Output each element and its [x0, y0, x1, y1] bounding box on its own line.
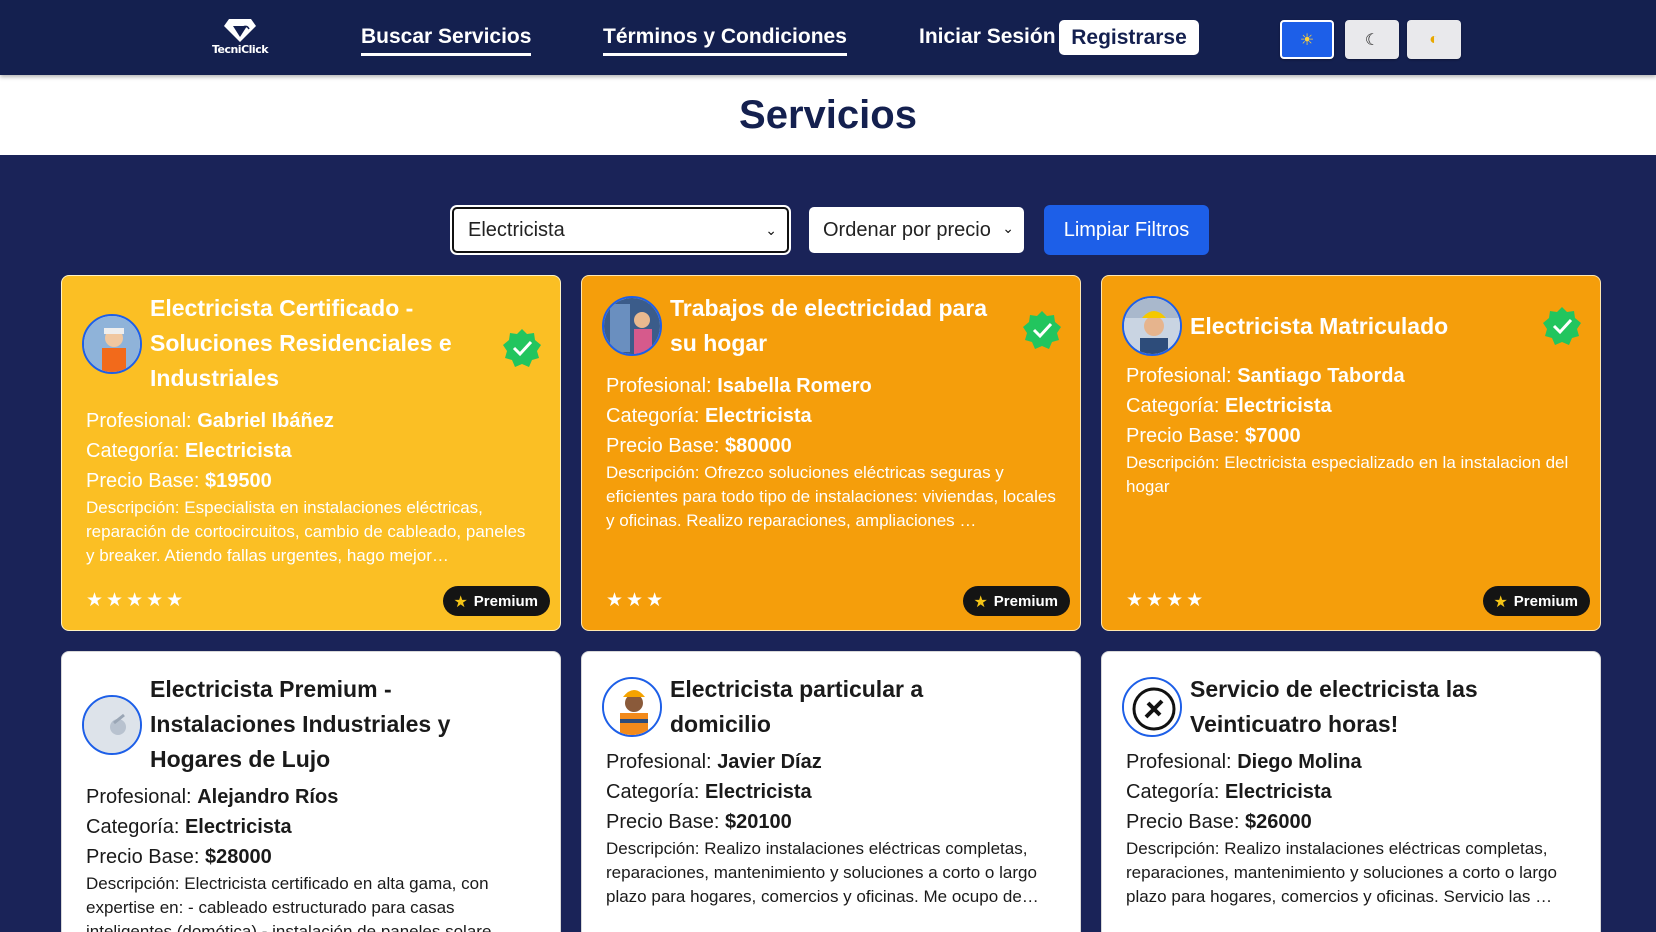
nav-buscar-servicios[interactable]: Buscar Servicios	[361, 25, 532, 56]
premium-badge: ★ Premium	[1483, 586, 1590, 616]
star-icon: ★	[453, 591, 468, 611]
sun-icon: ☀	[1299, 31, 1315, 49]
chevron-down-icon: ⌄	[1002, 221, 1014, 237]
category-value: Electricista	[184, 816, 292, 838]
category-line: Categoría: Electricista	[1126, 781, 1332, 803]
price-line: Precio Base: $80000	[606, 435, 792, 457]
theme-light-button[interactable]: ☀	[1280, 20, 1334, 59]
rating-stars: ★★★★	[1126, 589, 1207, 611]
category-line: Categoría: Electricista	[606, 781, 812, 803]
rating-stars: ★★★	[606, 589, 667, 611]
professional-name: Diego Molina	[1237, 751, 1362, 773]
card-title: Servicio de electricista las Veinticuatr…	[1190, 676, 1478, 737]
professional-name: Javier Díaz	[717, 751, 822, 773]
description: Descripción: Electricista especializado …	[1126, 453, 1569, 496]
professional-line: Profesional: Santiago Taborda	[1126, 365, 1405, 387]
price-value: $80000	[724, 435, 792, 457]
theme-auto-button[interactable]: ◐	[1407, 20, 1461, 59]
card-title: Trabajos de electricidad para su hogar	[670, 295, 988, 356]
verified-badge-icon	[1023, 311, 1061, 349]
page-title: Servicios	[739, 93, 917, 137]
professional-name: Alejandro Ríos	[197, 786, 339, 808]
professional-line: Profesional: Diego Molina	[1126, 751, 1362, 773]
moon-icon: ☾	[1364, 31, 1380, 49]
price-line: Precio Base: $19500	[86, 470, 272, 492]
register-button[interactable]: Registrarse	[1059, 20, 1199, 55]
description: Descripción: Realizo instalaciones eléct…	[1126, 839, 1557, 906]
category-value: Electricista	[704, 781, 812, 803]
star-icon: ★	[973, 591, 988, 611]
title-band: Servicios	[0, 75, 1656, 155]
service-card[interactable]: Electricista Premium - Instalaciones Ind…	[61, 651, 561, 932]
category-select[interactable]: Electricista ⌄	[452, 207, 789, 253]
verified-badge-icon	[1543, 307, 1581, 345]
category-select-value: Electricista	[468, 218, 565, 241]
card-title: Electricista Premium - Instalaciones Ind…	[150, 676, 451, 772]
service-card[interactable]: Servicio de electricista las Veinticuatr…	[1101, 651, 1601, 932]
price-value: $26000	[1244, 811, 1312, 833]
price-value: $28000	[204, 846, 272, 868]
rating-stars: ★★★★★	[86, 589, 187, 611]
description: Descripción: Electricista certificado en…	[86, 874, 509, 932]
avatar	[82, 313, 142, 374]
professional-name: Gabriel Ibáñez	[197, 410, 334, 432]
price-line: Precio Base: $7000	[1126, 425, 1301, 447]
professional-name: Santiago Taborda	[1237, 365, 1405, 387]
logo-text: TecniClick	[211, 43, 269, 56]
top-navbar: TecniClick Buscar Servicios Términos y C…	[0, 0, 1656, 75]
category-line: Categoría: Electricista	[1126, 395, 1332, 417]
card-title: Electricista Certificado - Soluciones Re…	[150, 295, 452, 391]
card-title: Electricista particular a domicilio	[670, 676, 924, 737]
theme-dark-button[interactable]: ☾	[1345, 20, 1399, 59]
professional-name: Isabella Romero	[717, 375, 872, 397]
description: Descripción: Realizo instalaciones eléct…	[606, 839, 1039, 906]
service-card[interactable]: Electricista Certificado - Soluciones Re…	[61, 275, 561, 631]
avatar	[602, 677, 662, 737]
avatar	[82, 694, 142, 755]
avatar	[1122, 296, 1182, 356]
professional-line: Profesional: Javier Díaz	[606, 751, 822, 773]
nav-terminos-condiciones[interactable]: Términos y Condiciones	[603, 25, 847, 56]
price-value: $7000	[1244, 425, 1301, 447]
category-value: Electricista	[1224, 781, 1332, 803]
service-card[interactable]: Trabajos de electricidad para su hogar P…	[581, 275, 1081, 631]
clear-filters-button[interactable]: Limpiar Filtros	[1044, 205, 1209, 255]
login-link[interactable]: Iniciar Sesión	[919, 25, 1056, 49]
description: Descripción: Ofrezco soluciones eléctric…	[606, 463, 1056, 530]
price-value: $19500	[204, 470, 272, 492]
price-value: $20100	[724, 811, 792, 833]
category-value: Electricista	[184, 440, 292, 462]
avatar	[1122, 677, 1182, 737]
avatar	[602, 296, 662, 356]
price-line: Precio Base: $20100	[606, 811, 792, 833]
card-title: Electricista Matriculado	[1190, 312, 1449, 339]
diamond-logo-icon	[224, 19, 256, 42]
category-value: Electricista	[1224, 395, 1332, 417]
category-line: Categoría: Electricista	[606, 405, 812, 427]
verified-badge-icon	[503, 329, 541, 367]
professional-line: Profesional: Alejandro Ríos	[86, 786, 339, 808]
professional-line: Profesional: Gabriel Ibáñez	[86, 410, 334, 432]
price-line: Precio Base: $26000	[1126, 811, 1312, 833]
order-select-value: Ordenar por precio	[823, 218, 991, 241]
category-line: Categoría: Electricista	[86, 816, 292, 838]
premium-badge: ★ Premium	[963, 586, 1070, 616]
category-line: Categoría: Electricista	[86, 440, 292, 462]
description: Descripción: Especialista en instalacion…	[86, 498, 526, 565]
professional-line: Profesional: Isabella Romero	[606, 375, 872, 397]
order-select[interactable]: Ordenar por precio ⌄	[809, 207, 1024, 253]
premium-badge: ★ Premium	[443, 586, 550, 616]
star-icon: ★	[1493, 591, 1508, 611]
filters-bar: Electricista ⌄ Ordenar por precio ⌄ Limp…	[0, 205, 1656, 255]
chevron-down-icon: ⌄	[765, 223, 777, 239]
service-card[interactable]: Electricista Matriculado Profesional: Sa…	[1101, 275, 1601, 631]
tecniclick-logo[interactable]: TecniClick	[210, 17, 270, 59]
moon-half-icon: ◐	[1429, 30, 1439, 48]
service-card[interactable]: Electricista particular a domicilio Prof…	[581, 651, 1081, 932]
price-line: Precio Base: $28000	[86, 846, 272, 868]
category-value: Electricista	[704, 405, 812, 427]
